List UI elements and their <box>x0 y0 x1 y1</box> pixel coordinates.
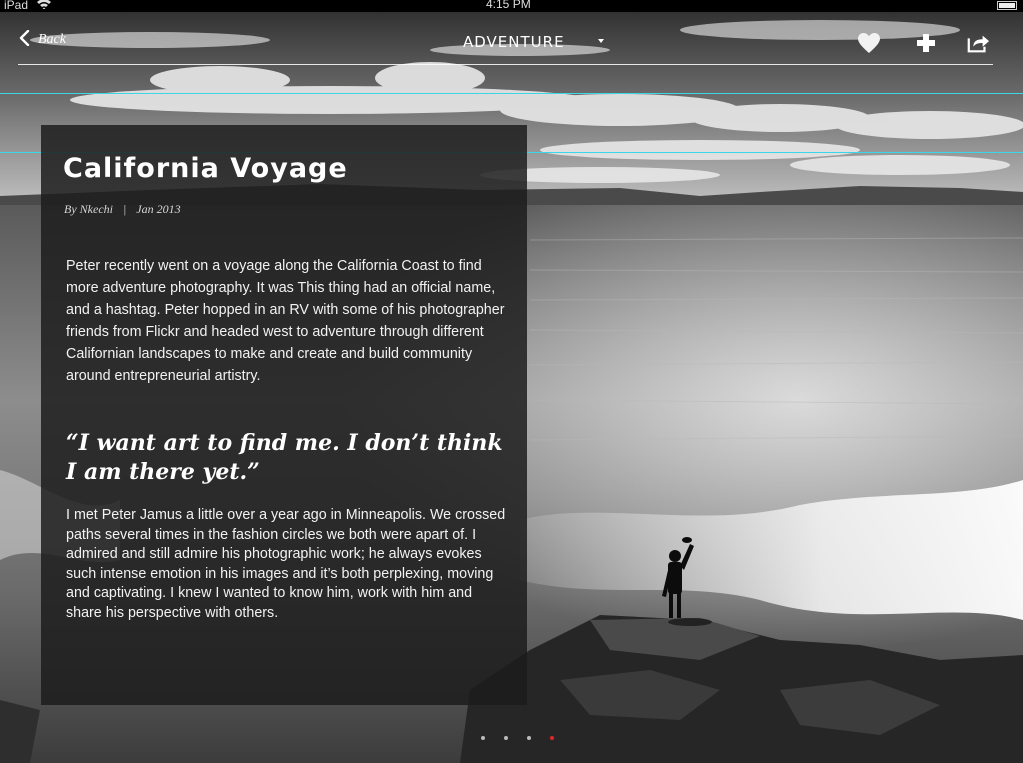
chevron-down-icon[interactable] <box>597 38 605 44</box>
page-dot[interactable] <box>504 736 508 740</box>
status-time: 4:15 PM <box>486 0 531 11</box>
page-dot-active[interactable] <box>550 736 554 740</box>
byline-separator: | <box>122 202 127 216</box>
chevron-left-icon <box>19 30 30 46</box>
article-paragraph: Peter recently went on a voyage along th… <box>66 258 505 384</box>
status-bar: iPad 4:15 PM <box>0 0 1023 12</box>
article-date: Jan 2013 <box>136 202 181 216</box>
section-title[interactable]: ADVENTURE <box>463 33 565 51</box>
plus-icon[interactable] <box>914 32 938 54</box>
nav-divider <box>18 64 993 65</box>
heart-icon[interactable] <box>857 32 881 54</box>
wifi-icon <box>36 0 52 12</box>
battery-icon <box>997 1 1017 10</box>
page-dot[interactable] <box>481 736 485 740</box>
pull-quote: “I want art to find me. I don’t think I … <box>66 430 503 485</box>
carrier-label: iPad <box>4 0 29 12</box>
article-byline: By Nkechi | Jan 2013 <box>64 202 181 217</box>
article-title: California Voyage <box>63 153 348 184</box>
back-button[interactable]: Back <box>18 30 66 48</box>
article-panel: California Voyage By Nkechi | Jan 2013 Pet… <box>41 125 527 705</box>
share-icon[interactable] <box>966 32 990 54</box>
page-dot[interactable] <box>527 736 531 740</box>
guide-line <box>0 93 1023 94</box>
article-author: By Nkechi <box>64 202 113 216</box>
back-button-label: Back <box>38 32 66 47</box>
top-navigation-bar: Back ADVENTURE <box>0 12 1023 68</box>
article-paragraph: I met Peter Jamus a little over a year a… <box>66 507 506 621</box>
